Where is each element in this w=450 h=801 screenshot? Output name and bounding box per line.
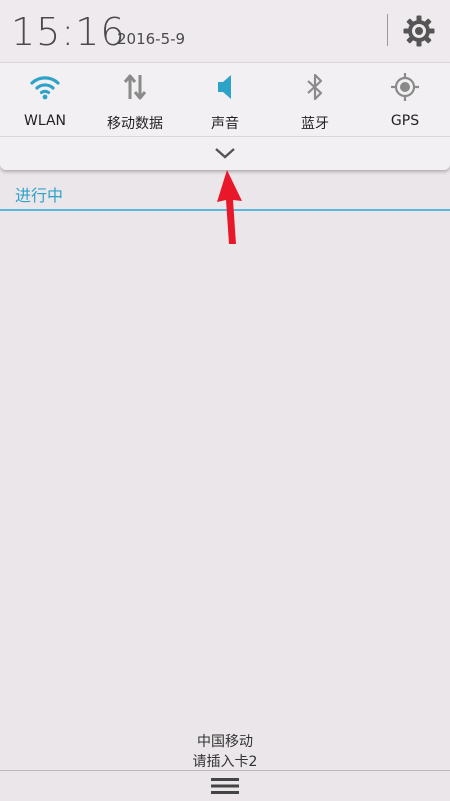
toggle-label: 蓝牙 [301, 116, 329, 132]
toggle-label: WLAN [23, 113, 66, 129]
mobile-data-icon [123, 74, 147, 100]
gps-icon [391, 73, 419, 101]
toggle-bluetooth[interactable]: 蓝牙 [270, 63, 360, 137]
sound-icon [218, 75, 231, 99]
status-header: 15:16 2016-5-9 [0, 0, 450, 62]
clock-date: 2016-5-9 [117, 30, 186, 48]
toggle-label: GPS [390, 113, 420, 129]
toggle-gps[interactable]: GPS [360, 63, 450, 137]
wifi-icon [30, 76, 60, 100]
quick-toggle-row: WLAN 移动数据 声音 蓝牙 GPS [0, 62, 450, 137]
red-arrow-annotation [217, 170, 242, 244]
gear-icon[interactable] [402, 14, 436, 48]
toggle-label: 声音 [211, 116, 239, 132]
toggle-label: 移动数据 [107, 116, 163, 132]
menu-icon[interactable] [211, 777, 239, 795]
panel-divider [0, 136, 450, 137]
bluetooth-icon [307, 73, 323, 101]
toggle-mobile-data[interactable]: 移动数据 [90, 63, 180, 137]
header-divider [387, 14, 388, 46]
carrier-name: 中国移动 [197, 734, 253, 750]
ongoing-section-title: 进行中 [15, 186, 64, 205]
toggle-sound[interactable]: 声音 [180, 63, 270, 137]
sim-status: 请插入卡2 [192, 754, 258, 770]
bottom-bar [0, 770, 450, 801]
quick-settings-panel: WLAN 移动数据 声音 蓝牙 GPS [0, 62, 450, 170]
toggle-wlan[interactable]: WLAN [0, 63, 90, 137]
clock-time: 15:16 [11, 10, 126, 54]
